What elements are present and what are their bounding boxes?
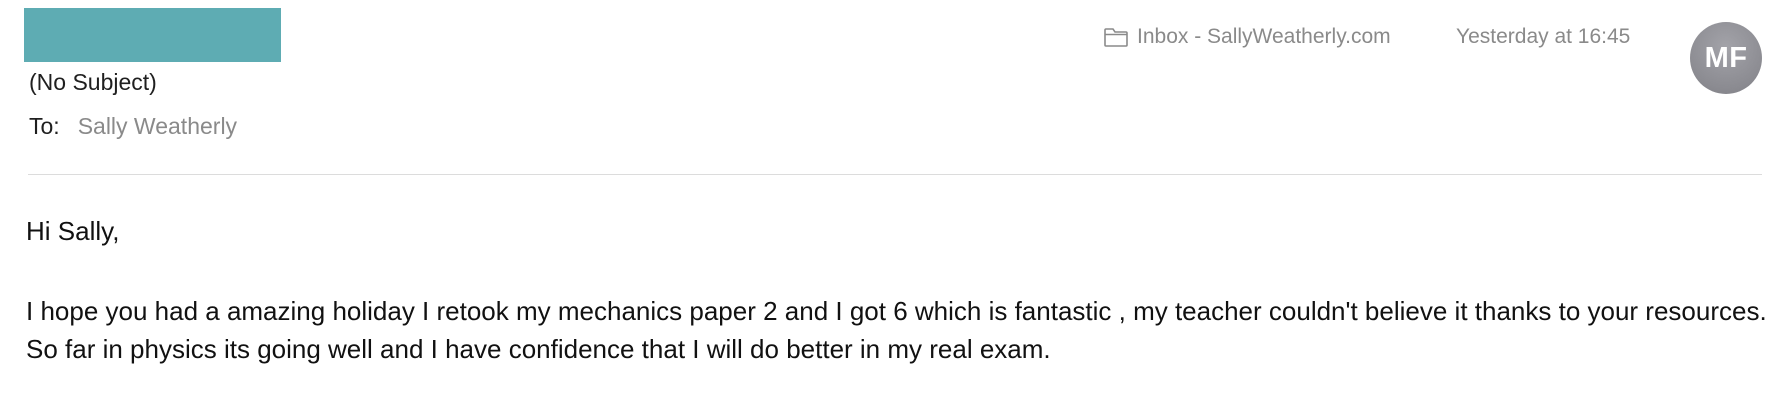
header-divider	[28, 174, 1762, 175]
folder-icon	[1103, 26, 1129, 48]
sender-avatar: MF	[1690, 22, 1762, 94]
email-subject: (No Subject)	[29, 69, 157, 95]
recipient-row: To: Sally Weatherly	[29, 113, 237, 140]
email-greeting: Hi Sally,	[26, 216, 120, 246]
mailbox-indicator[interactable]: Inbox - SallyWeatherly.com	[1103, 25, 1391, 49]
to-label: To:	[29, 113, 60, 139]
mailbox-name: Inbox - SallyWeatherly.com	[1137, 25, 1391, 48]
email-timestamp: Yesterday at 16:45	[1456, 25, 1631, 48]
sender-name-redacted	[24, 8, 281, 62]
email-body: I hope you had a amazing holiday I retoo…	[26, 296, 1767, 364]
email-message-view: (No Subject) To: Sally Weatherly Inbox -…	[0, 0, 1792, 416]
recipient-name[interactable]: Sally Weatherly	[78, 113, 237, 140]
